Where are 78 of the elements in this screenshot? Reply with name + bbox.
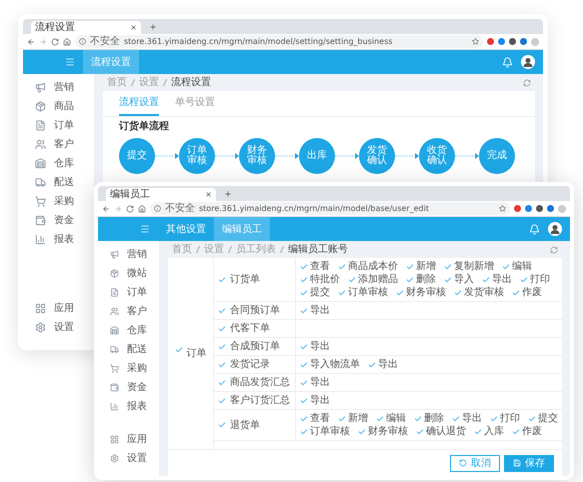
- action-label: 财务审核: [368, 425, 408, 438]
- url-text: store.361.yimaideng.cn/mgrn/main/model/setting/setting_business: [124, 38, 394, 46]
- security-label: 不安全: [165, 204, 195, 214]
- action-label: 导出: [310, 394, 330, 407]
- address-bar[interactable]: 不安全 store.361.yimaideng.cn/mgrn/main/model/base/user_edit: [150, 202, 510, 215]
- sidebar-item[interactable]: 营销: [98, 245, 159, 264]
- action-label: 导出: [462, 412, 482, 425]
- action-label: 新增: [348, 412, 368, 425]
- sidebar-item[interactable]: 报表: [23, 230, 94, 249]
- action-label: 打印: [500, 412, 520, 425]
- action-label: 编辑: [386, 412, 406, 425]
- action-label: 打印: [530, 273, 550, 286]
- action-label: 删除: [424, 412, 444, 425]
- permission-label: 代客下单: [230, 322, 270, 335]
- action-label: 导出: [310, 340, 330, 353]
- sidebar-item[interactable]: 客户: [23, 135, 94, 154]
- breadcrumb-item: 流程设置: [171, 76, 211, 90]
- action-label: 查看: [310, 412, 330, 425]
- sidebar-item[interactable]: 配送: [23, 173, 94, 192]
- sidebar-item[interactable]: 设置: [23, 318, 94, 337]
- action-label: 提交: [538, 412, 558, 425]
- action-label: 财务审核: [406, 286, 446, 299]
- sidebar-item[interactable]: 资金: [98, 378, 159, 397]
- action-label: 商品成本价: [348, 260, 398, 273]
- action-label: 查看: [310, 260, 330, 273]
- action-label: 新增: [416, 260, 436, 273]
- section-title: 订货单流程: [118, 119, 170, 134]
- permission-label: 发货记录: [230, 358, 270, 371]
- action-label: 作废: [522, 425, 542, 438]
- sidebar-item[interactable]: 设置: [98, 449, 159, 468]
- url-text: store.361.yimaideng.cn/mgrn/main/model/base/user_edit: [199, 204, 430, 212]
- sidebar-item[interactable]: 订单: [23, 116, 94, 135]
- security-label: 不安全: [90, 36, 120, 46]
- action-label: 导出: [378, 358, 398, 371]
- permission-label: 退货单: [230, 418, 260, 432]
- action-label: 特批价: [310, 273, 340, 286]
- action-label: 导出: [310, 376, 330, 389]
- sidebar-item[interactable]: 资金: [23, 211, 94, 230]
- sidebar-item[interactable]: 应用: [98, 430, 159, 449]
- action-label: 订单审核: [310, 425, 350, 438]
- browser-tab[interactable]: 编辑员工: [106, 188, 216, 201]
- address-bar[interactable]: 不安全 store.361.yimaideng.cn/mgrn/main/model/setting/setting_business: [75, 35, 483, 48]
- action-label: 导入物流单: [310, 358, 360, 371]
- tab-title: 流程设置: [35, 22, 76, 32]
- action-label: 导入: [454, 273, 474, 286]
- action-label: 发货审核: [464, 286, 504, 299]
- sidebar-item[interactable]: 营销: [23, 78, 94, 97]
- action-label: 删除: [416, 273, 436, 286]
- sidebar-item[interactable]: 采购: [23, 192, 94, 211]
- sidebar-item[interactable]: 微站: [98, 264, 159, 283]
- action-label: 提交: [310, 286, 330, 299]
- action-label: 复制新增: [454, 260, 494, 273]
- sidebar-item[interactable]: 报表: [98, 397, 159, 416]
- sidebar-item[interactable]: 配送: [98, 340, 159, 359]
- sidebar-item[interactable]: 商品: [23, 97, 94, 116]
- permission-label: 合同预订单: [230, 304, 280, 317]
- action-label: 添加赠品: [358, 273, 398, 286]
- permission-label: 商品发货汇总: [230, 376, 290, 389]
- action-label: 入库: [484, 425, 504, 438]
- sidebar-item[interactable]: 仓库: [98, 321, 159, 340]
- sidebar-item[interactable]: 订单: [98, 283, 159, 302]
- permission-label: 客户订货汇总: [230, 394, 290, 407]
- sidebar-item[interactable]: 客户: [98, 302, 159, 321]
- sidebar-item[interactable]: 采购: [98, 359, 159, 378]
- permission-label: 订货单: [230, 273, 260, 286]
- action-label: 导出: [310, 304, 330, 317]
- action-label: 作废: [522, 286, 542, 299]
- sidebar-item[interactable]: 仓库: [23, 154, 94, 173]
- tab-title: 编辑员工: [110, 190, 151, 200]
- sidebar-item[interactable]: 应用: [23, 299, 94, 318]
- action-label: 导出: [492, 273, 512, 286]
- breadcrumb-item: 编辑员工账号: [288, 242, 348, 257]
- action-label: 编辑: [512, 260, 532, 273]
- group-label: 订单: [186, 346, 206, 361]
- action-label: 确认退货: [426, 425, 466, 438]
- browser-tab[interactable]: 流程设置: [31, 21, 141, 34]
- permission-label: 合成预订单: [230, 340, 280, 353]
- action-label: 订单审核: [348, 286, 388, 299]
